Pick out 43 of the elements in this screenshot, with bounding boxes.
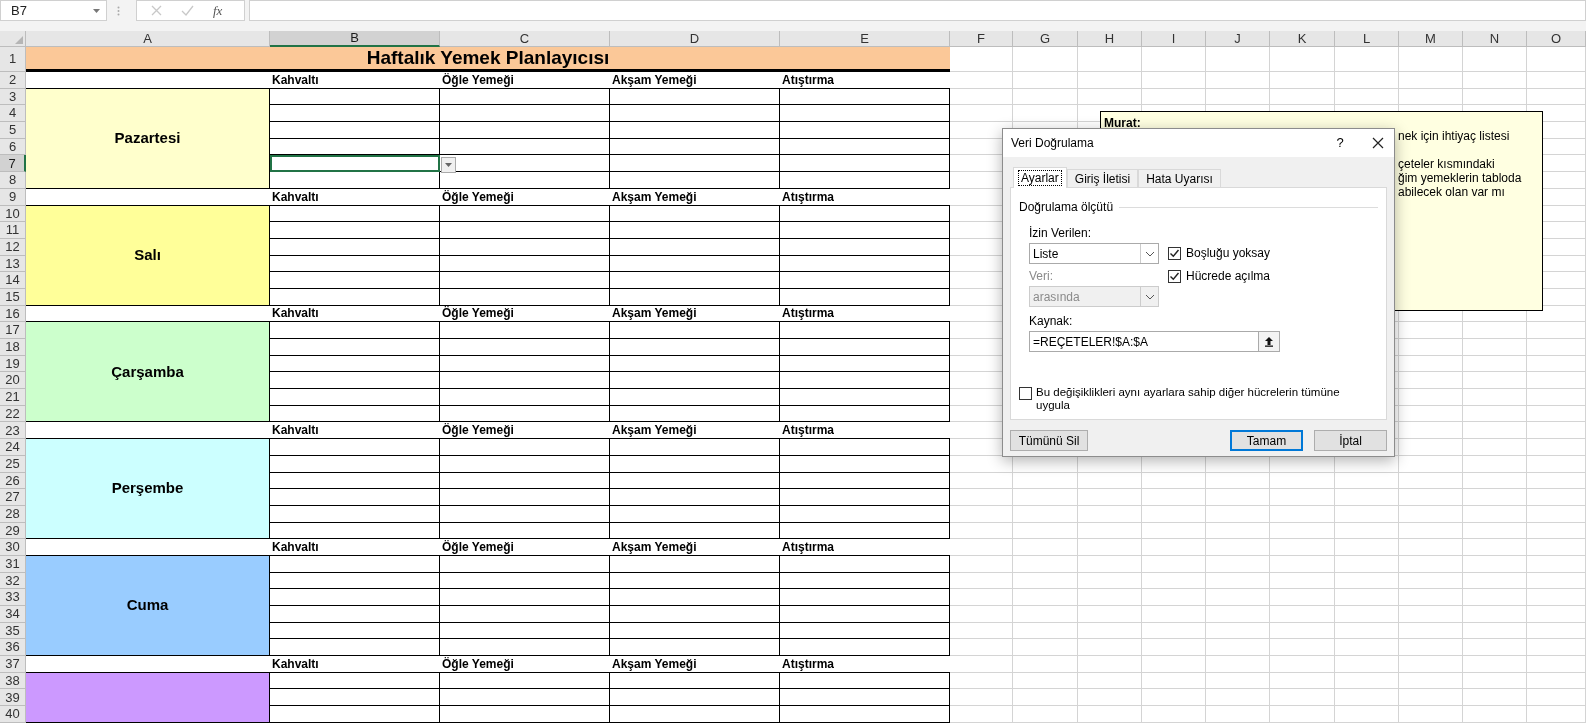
- meal-header: Akşam Yemeği: [612, 305, 697, 323]
- meal-header: Akşam Yemeği: [612, 539, 697, 557]
- checkbox-label: Hücrede açılma: [1186, 268, 1271, 285]
- dialog-title: Veri Doğrulama: [1011, 135, 1095, 152]
- meal-header: Akşam Yemeği: [612, 655, 697, 673]
- sheet-title: Haftalık Yemek Planlayıcısı: [26, 47, 950, 72]
- meal-header: Atıştırma: [782, 305, 834, 323]
- meal-header: Akşam Yemeği: [612, 422, 697, 440]
- meal-header: Öğle Yemeği: [442, 655, 514, 673]
- comment-author: Murat:: [1104, 115, 1141, 132]
- meal-header: Akşam Yemeği: [612, 188, 697, 206]
- day-name: Cuma: [126, 595, 169, 616]
- field-label: Veri:: [1029, 268, 1054, 285]
- meal-header: Kahvaltı: [272, 539, 319, 557]
- day-name: Pazartesi: [114, 128, 181, 148]
- meal-header: Kahvaltı: [272, 188, 319, 206]
- meal-header: Öğle Yemeği: [442, 422, 514, 440]
- meal-header: Kahvaltı: [272, 655, 319, 673]
- comment-text: abilecek olan var mı: [1398, 185, 1506, 199]
- field-label: İzin Verilen:: [1029, 225, 1093, 242]
- meal-header: Kahvaltı: [272, 71, 319, 89]
- checkbox-label: Boşluğu yoksay: [1186, 245, 1271, 262]
- checkbox-label: Bu değişiklikleri aynı ayarlara sahip diğer hücrelerin tümüne uygula: [1036, 386, 1341, 412]
- meal-header: Akşam Yemeği: [612, 71, 697, 89]
- meal-header: Kahvaltı: [272, 305, 319, 323]
- meal-header: Atıştırma: [782, 188, 834, 206]
- meal-header: Atıştırma: [782, 71, 834, 89]
- comment-text: çeteler kısmındaki: [1398, 157, 1496, 171]
- field-label: Kaynak:: [1029, 313, 1074, 330]
- meal-header: Kahvaltı: [272, 422, 319, 440]
- day-name: Perşembe: [111, 478, 184, 499]
- meal-header: Atıştırma: [782, 655, 834, 673]
- comment-text: nek için ihtiyaç listesi: [1398, 129, 1511, 143]
- group-label: Doğrulama ölçütü: [1019, 199, 1114, 216]
- comment-text: ğim yemeklerin tabloda: [1398, 171, 1522, 185]
- meal-header: Öğle Yemeği: [442, 305, 514, 323]
- meal-header: Atıştırma: [782, 539, 834, 557]
- meal-header: Öğle Yemeği: [442, 71, 514, 89]
- day-name: Çarşamba: [111, 361, 184, 382]
- day-name: Salı: [134, 244, 161, 265]
- meal-header: Atıştırma: [782, 422, 834, 440]
- meal-header: Öğle Yemeği: [442, 539, 514, 557]
- meal-header: Öğle Yemeği: [442, 188, 514, 206]
